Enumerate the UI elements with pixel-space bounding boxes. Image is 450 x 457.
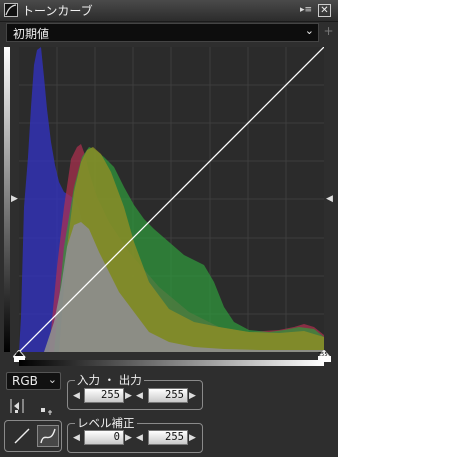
black-level-decrement-icon[interactable]: ◀ (73, 431, 80, 445)
tone-curve-icon (4, 3, 18, 17)
plus-icon[interactable]: + (323, 25, 334, 37)
white-point-slider[interactable]: 255 (316, 347, 332, 362)
input-value-field[interactable]: 255 (84, 388, 124, 403)
output-marker-left-icon: ▶ (11, 194, 18, 204)
channel-value: RGB (12, 374, 38, 388)
white-level-increment-icon[interactable]: ▶ (189, 431, 196, 445)
white-point-label: 255 (318, 352, 328, 358)
output-decrement-icon[interactable]: ◀ (136, 389, 143, 403)
input-decrement-icon[interactable]: ◀ (73, 389, 80, 403)
linear-mode-icon[interactable] (11, 425, 33, 447)
black-level-increment-icon[interactable]: ▶ (125, 431, 132, 445)
tone-curve-graph[interactable] (19, 47, 324, 352)
curve-mode-group (4, 420, 62, 452)
add-point-icon[interactable] (40, 401, 52, 415)
input-increment-icon[interactable]: ▶ (125, 389, 132, 403)
panel-menu-icon[interactable]: ▸≡ (299, 4, 313, 17)
input-gradient-bar (19, 360, 324, 366)
preset-dropdown[interactable]: 初期値 ⌄ (6, 23, 319, 42)
set-point-icon[interactable] (9, 398, 25, 414)
output-increment-icon[interactable]: ▶ (189, 389, 196, 403)
black-level-field[interactable]: 0 (84, 430, 124, 445)
preset-value: 初期値 (13, 27, 50, 41)
white-level-decrement-icon[interactable]: ◀ (136, 431, 143, 445)
level-correction-label: レベル補正 (75, 416, 137, 430)
channel-dropdown[interactable]: RGB ⌄ (6, 372, 61, 390)
input-output-label: 入力 ・ 出力 (75, 373, 144, 387)
output-gradient-bar (4, 47, 10, 352)
chevron-down-icon: ⌄ (304, 24, 314, 37)
white-level-field[interactable]: 255 (148, 430, 188, 445)
window-title: トーンカーブ (22, 4, 93, 18)
title-bar[interactable]: トーンカーブ ▸≡ ✕ (0, 0, 338, 22)
black-point-label: 0 (16, 352, 20, 358)
close-icon[interactable]: ✕ (318, 4, 331, 17)
chevron-down-icon: ⌄ (47, 373, 57, 386)
curve-mode-icon[interactable] (37, 425, 59, 447)
black-point-slider[interactable]: 0 (11, 347, 27, 362)
output-value-field[interactable]: 255 (148, 388, 188, 403)
tone-curve-panel: トーンカーブ ▸≡ ✕ 初期値 ⌄ + ▶ ◀ 0 255 RGB ⌄ 入力 ・… (0, 0, 338, 457)
output-marker-right-icon: ◀ (326, 194, 333, 204)
